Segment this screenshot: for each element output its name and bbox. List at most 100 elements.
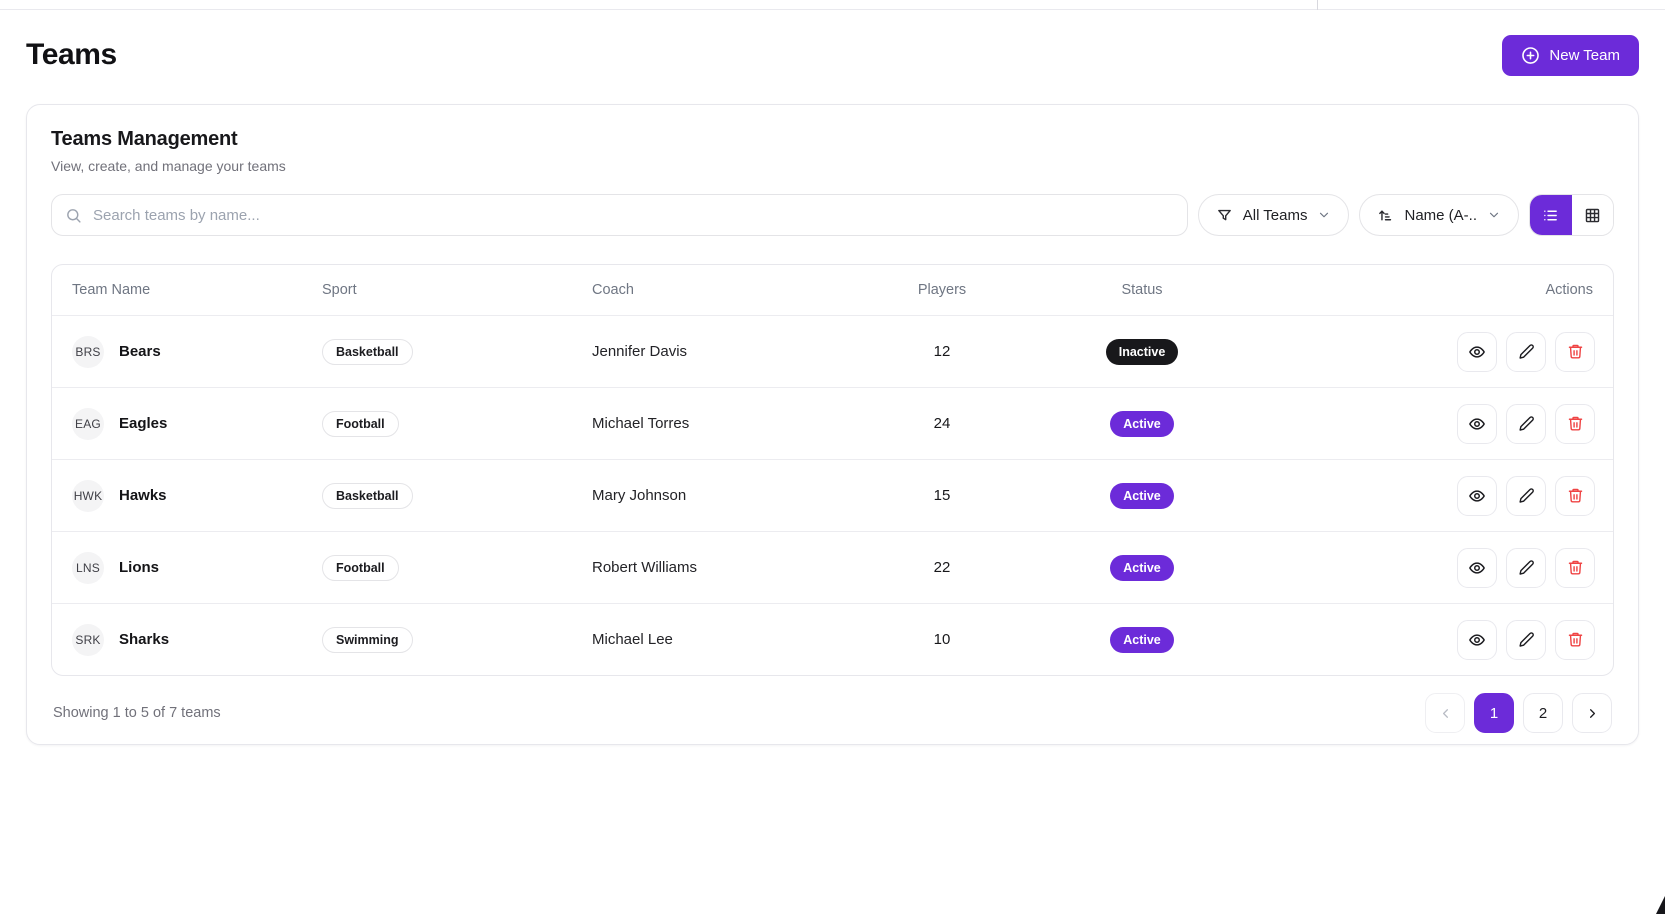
- sort-label: Name (A-..: [1404, 207, 1477, 224]
- page-1-button[interactable]: 1: [1474, 693, 1514, 733]
- view-team-button[interactable]: [1457, 620, 1497, 660]
- team-name: Eagles: [119, 415, 167, 432]
- delete-team-button[interactable]: [1555, 332, 1595, 372]
- pencil-icon: [1518, 631, 1535, 648]
- delete-team-button[interactable]: [1555, 404, 1595, 444]
- page-2-button[interactable]: 2: [1523, 693, 1563, 733]
- filter-label: All Teams: [1243, 207, 1308, 224]
- list-icon: [1542, 207, 1559, 224]
- card-title: Teams Management: [51, 128, 1614, 151]
- team-name: Sharks: [119, 631, 169, 648]
- status-badge: Active: [1110, 411, 1174, 437]
- players-count: 10: [832, 631, 1052, 648]
- coach-name: Mary Johnson: [592, 487, 832, 504]
- search-box[interactable]: [51, 194, 1188, 236]
- avatar: HWK: [72, 480, 104, 512]
- coach-name: Michael Torres: [592, 415, 832, 432]
- next-page-button[interactable]: [1572, 693, 1612, 733]
- sport-badge: Basketball: [322, 483, 413, 509]
- edit-team-button[interactable]: [1506, 332, 1546, 372]
- grid-view-button[interactable]: [1572, 195, 1614, 235]
- top-edge-divider: [1317, 0, 1318, 10]
- column-header-actions: Actions: [1232, 282, 1613, 298]
- eye-icon: [1468, 415, 1486, 433]
- players-count: 24: [832, 415, 1052, 432]
- main-content: Teams New Team Teams Management View, cr…: [0, 33, 1665, 745]
- teams-table: Team Name Sport Coach Players Status Act…: [51, 264, 1614, 676]
- table-header-row: Team Name Sport Coach Players Status Act…: [52, 265, 1613, 315]
- table-row-eagles[interactable]: EAG Eagles Football Michael Torres 24 Ac…: [52, 387, 1613, 459]
- coach-name: Michael Lee: [592, 631, 832, 648]
- chevron-right-icon: [1585, 706, 1600, 721]
- trash-icon: [1567, 559, 1584, 576]
- controls-row: All Teams Name (A-..: [51, 194, 1614, 236]
- sport-badge: Football: [322, 411, 399, 437]
- edit-team-button[interactable]: [1506, 620, 1546, 660]
- new-team-button[interactable]: New Team: [1502, 35, 1639, 76]
- team-name: Hawks: [119, 487, 167, 504]
- sport-badge: Football: [322, 555, 399, 581]
- column-header-status: Status: [1052, 282, 1232, 298]
- eye-icon: [1468, 487, 1486, 505]
- card-subtitle: View, create, and manage your teams: [51, 158, 1614, 174]
- eye-icon: [1468, 343, 1486, 361]
- coach-name: Jennifer Davis: [592, 343, 832, 360]
- table-row-lions[interactable]: LNS Lions Football Robert Williams 22 Ac…: [52, 531, 1613, 603]
- pencil-icon: [1518, 415, 1535, 432]
- teams-page: { "page_title": "Teams", "toolbar": { "n…: [0, 0, 1665, 914]
- view-team-button[interactable]: [1457, 476, 1497, 516]
- avatar: LNS: [72, 552, 104, 584]
- previous-page-button[interactable]: [1425, 693, 1465, 733]
- table-footer: Showing 1 to 5 of 7 teams 1 2: [51, 693, 1614, 733]
- pencil-icon: [1518, 487, 1535, 504]
- pagination: 1 2: [1425, 693, 1612, 733]
- edit-team-button[interactable]: [1506, 476, 1546, 516]
- search-input[interactable]: [91, 206, 1174, 225]
- sort-dropdown[interactable]: Name (A-..: [1359, 194, 1519, 236]
- list-view-button[interactable]: [1530, 195, 1572, 235]
- column-header-coach: Coach: [592, 282, 832, 298]
- team-name: Lions: [119, 559, 159, 576]
- search-icon: [65, 207, 82, 224]
- page-title: Teams: [26, 38, 117, 72]
- delete-team-button[interactable]: [1555, 476, 1595, 516]
- avatar: EAG: [72, 408, 104, 440]
- view-team-button[interactable]: [1457, 548, 1497, 588]
- edit-team-button[interactable]: [1506, 548, 1546, 588]
- view-team-button[interactable]: [1457, 404, 1497, 444]
- coach-name: Robert Williams: [592, 559, 832, 576]
- new-team-label: New Team: [1549, 47, 1620, 64]
- column-header-team-name: Team Name: [52, 282, 322, 298]
- pencil-icon: [1518, 343, 1535, 360]
- pencil-icon: [1518, 559, 1535, 576]
- avatar: BRS: [72, 336, 104, 368]
- sort-ascending-icon: [1377, 207, 1394, 224]
- teams-management-card: Teams Management View, create, and manag…: [26, 104, 1639, 745]
- top-window-edge: [0, 0, 1665, 10]
- plus-circle-icon: [1521, 46, 1540, 65]
- status-badge: Active: [1110, 627, 1174, 653]
- status-badge: Inactive: [1106, 339, 1179, 365]
- table-row-bears[interactable]: BRS Bears Basketball Jennifer Davis 12 I…: [52, 315, 1613, 387]
- table-row-hawks[interactable]: HWK Hawks Basketball Mary Johnson 15 Act…: [52, 459, 1613, 531]
- chevron-down-icon: [1317, 208, 1331, 222]
- window-corner-artifact: [1656, 896, 1665, 914]
- delete-team-button[interactable]: [1555, 548, 1595, 588]
- column-header-sport: Sport: [322, 282, 592, 298]
- eye-icon: [1468, 631, 1486, 649]
- eye-icon: [1468, 559, 1486, 577]
- edit-team-button[interactable]: [1506, 404, 1546, 444]
- trash-icon: [1567, 343, 1584, 360]
- players-count: 22: [832, 559, 1052, 576]
- filter-dropdown[interactable]: All Teams: [1198, 194, 1350, 236]
- delete-team-button[interactable]: [1555, 620, 1595, 660]
- view-toggle: [1529, 194, 1614, 236]
- view-team-button[interactable]: [1457, 332, 1497, 372]
- players-count: 12: [832, 343, 1052, 360]
- sport-badge: Swimming: [322, 627, 413, 653]
- sport-badge: Basketball: [322, 339, 413, 365]
- table-row-sharks[interactable]: SRK Sharks Swimming Michael Lee 10 Activ…: [52, 603, 1613, 675]
- status-badge: Active: [1110, 555, 1174, 581]
- status-badge: Active: [1110, 483, 1174, 509]
- page-header: Teams New Team: [26, 33, 1639, 77]
